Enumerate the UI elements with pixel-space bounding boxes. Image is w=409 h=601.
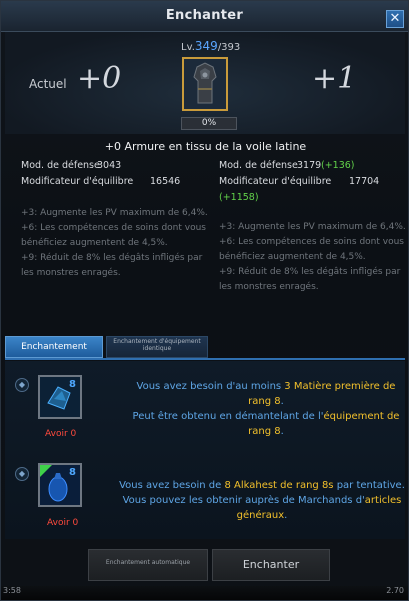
alkahest-slot[interactable]: 8: [38, 463, 82, 507]
req-text: .: [280, 396, 284, 407]
next-balance-value: 17704: [349, 176, 380, 187]
cloth-armor-icon[interactable]: [182, 57, 228, 111]
material-requirement-text: Vous avez besoin d'au moins 3 Matière pr…: [127, 379, 405, 439]
footer-bar: 3:58 2.70: [1, 586, 408, 600]
material-rank: 8: [69, 379, 76, 390]
window-title: Enchanter: [165, 8, 244, 23]
enchant-progress-bar: 0%: [181, 117, 237, 130]
item-level: Lv.349/393: [181, 39, 240, 53]
progress-text: 0%: [201, 118, 217, 128]
alkahest-rank: 8: [69, 467, 76, 478]
info-icon: ◆: [15, 467, 29, 481]
footer-right-text: 2.70: [386, 586, 404, 595]
item-name: +0 Armure en tissu de la voile latine: [104, 140, 307, 153]
req-text: Peut être obtenu en démantelant de l': [132, 411, 324, 422]
req-text: Vous pouvez les obtenir auprès de Marcha…: [122, 495, 365, 506]
next-defense-label: Mod. de défense: [219, 160, 298, 171]
level-max: /393: [217, 42, 241, 53]
tab-identical-equipment[interactable]: Enchantement d'équipement identique: [106, 336, 208, 358]
enchant-window: Enchanter ✕ Actuel +0 +1 Lv.349/393 0% +…: [0, 0, 409, 601]
req-text: Vous avez besoin de: [119, 480, 225, 491]
next-balance-bonus: (+1158): [219, 192, 259, 203]
alkahest-requirement-text: Vous avez besoin de 8 Alkahest de rang 8…: [119, 478, 405, 523]
close-button[interactable]: ✕: [386, 10, 404, 28]
current-balance-label: Modificateur d'équilibre: [21, 176, 134, 187]
next-balance-label: Modificateur d'équilibre: [219, 176, 332, 187]
level-current: 349: [194, 39, 218, 53]
current-balance-value: 16546: [150, 176, 181, 187]
raw-material-slot[interactable]: 8: [38, 375, 82, 419]
req-text: Vous avez besoin d'au moins: [136, 381, 285, 392]
next-defense-bonus: (+136): [321, 160, 355, 171]
current-defense-value: 3043: [97, 160, 122, 171]
tab-normal-enchant[interactable]: Enchantement normal: [5, 336, 103, 372]
req-highlight: 8 Alkahest de rang 8s: [224, 480, 334, 491]
current-enchant-level: +0: [77, 61, 122, 96]
footer-left-text: 3:58: [3, 586, 21, 595]
current-label: Actuel: [29, 77, 67, 91]
req-text: .: [280, 426, 284, 437]
next-effects-text: +3: Augmente les PV maximum de 6,4%. +6:…: [219, 222, 406, 292]
enchant-button[interactable]: Enchanter: [212, 549, 330, 581]
title-bar[interactable]: Enchanter ✕: [1, 1, 408, 32]
current-effects-text: +3: Augmente les PV maximum de 6,4%. +6:…: [21, 208, 208, 278]
level-prefix: Lv.: [181, 42, 195, 53]
req-text: par tentative.: [333, 480, 405, 491]
next-defense-value: 3179: [297, 160, 322, 171]
auto-enchant-button[interactable]: Enchantement automatique: [88, 549, 208, 581]
next-enchant-level: +1: [312, 61, 357, 96]
current-defense-label: Mod. de défense: [21, 160, 100, 171]
close-icon: ✕: [389, 11, 401, 26]
material-owned-count: Avoir 0: [45, 429, 77, 439]
alkahest-owned-count: Avoir 0: [47, 518, 79, 528]
req-text: .: [284, 510, 288, 521]
enchant-tabs: Enchantement normal Enchantement d'équip…: [5, 336, 405, 372]
info-icon: ◆: [15, 378, 29, 392]
